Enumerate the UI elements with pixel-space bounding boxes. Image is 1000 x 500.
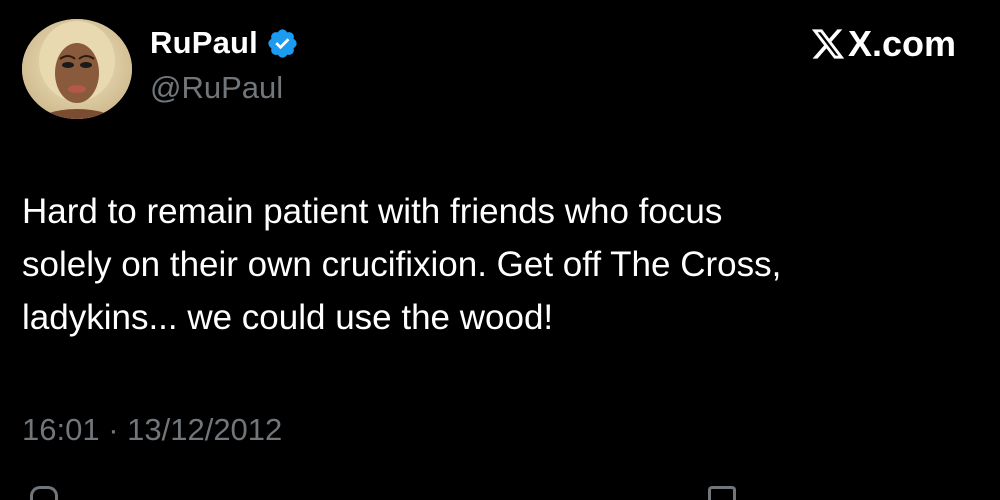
reply-icon[interactable] [30,486,58,500]
tweet-card: RuPaul @RuPaul X.com Hard to remain pati… [0,0,1000,500]
avatar-image [22,19,132,119]
tweet-text-line: Hard to remain patient with friends who … [22,192,723,231]
tweet-text-line: ladykins... we could use the wood! [22,298,554,337]
author-name-row: RuPaul [150,22,299,64]
verified-badge-icon [268,28,297,58]
avatar[interactable] [22,19,132,119]
x-logo-icon [811,29,845,59]
brand-text: X.com [847,23,956,64]
tweet-text: Hard to remain patient with friends who … [22,185,962,344]
tweet-timestamp[interactable]: 16:01 · 13/12/2012 [22,412,282,448]
tweet-text-line: solely on their own crucifixion. Get off… [22,245,782,284]
author-handle[interactable]: @RuPaul [150,70,283,106]
brand-watermark: X.com [810,22,956,66]
display-name[interactable]: RuPaul [150,25,258,61]
bookmark-icon[interactable] [708,486,736,500]
